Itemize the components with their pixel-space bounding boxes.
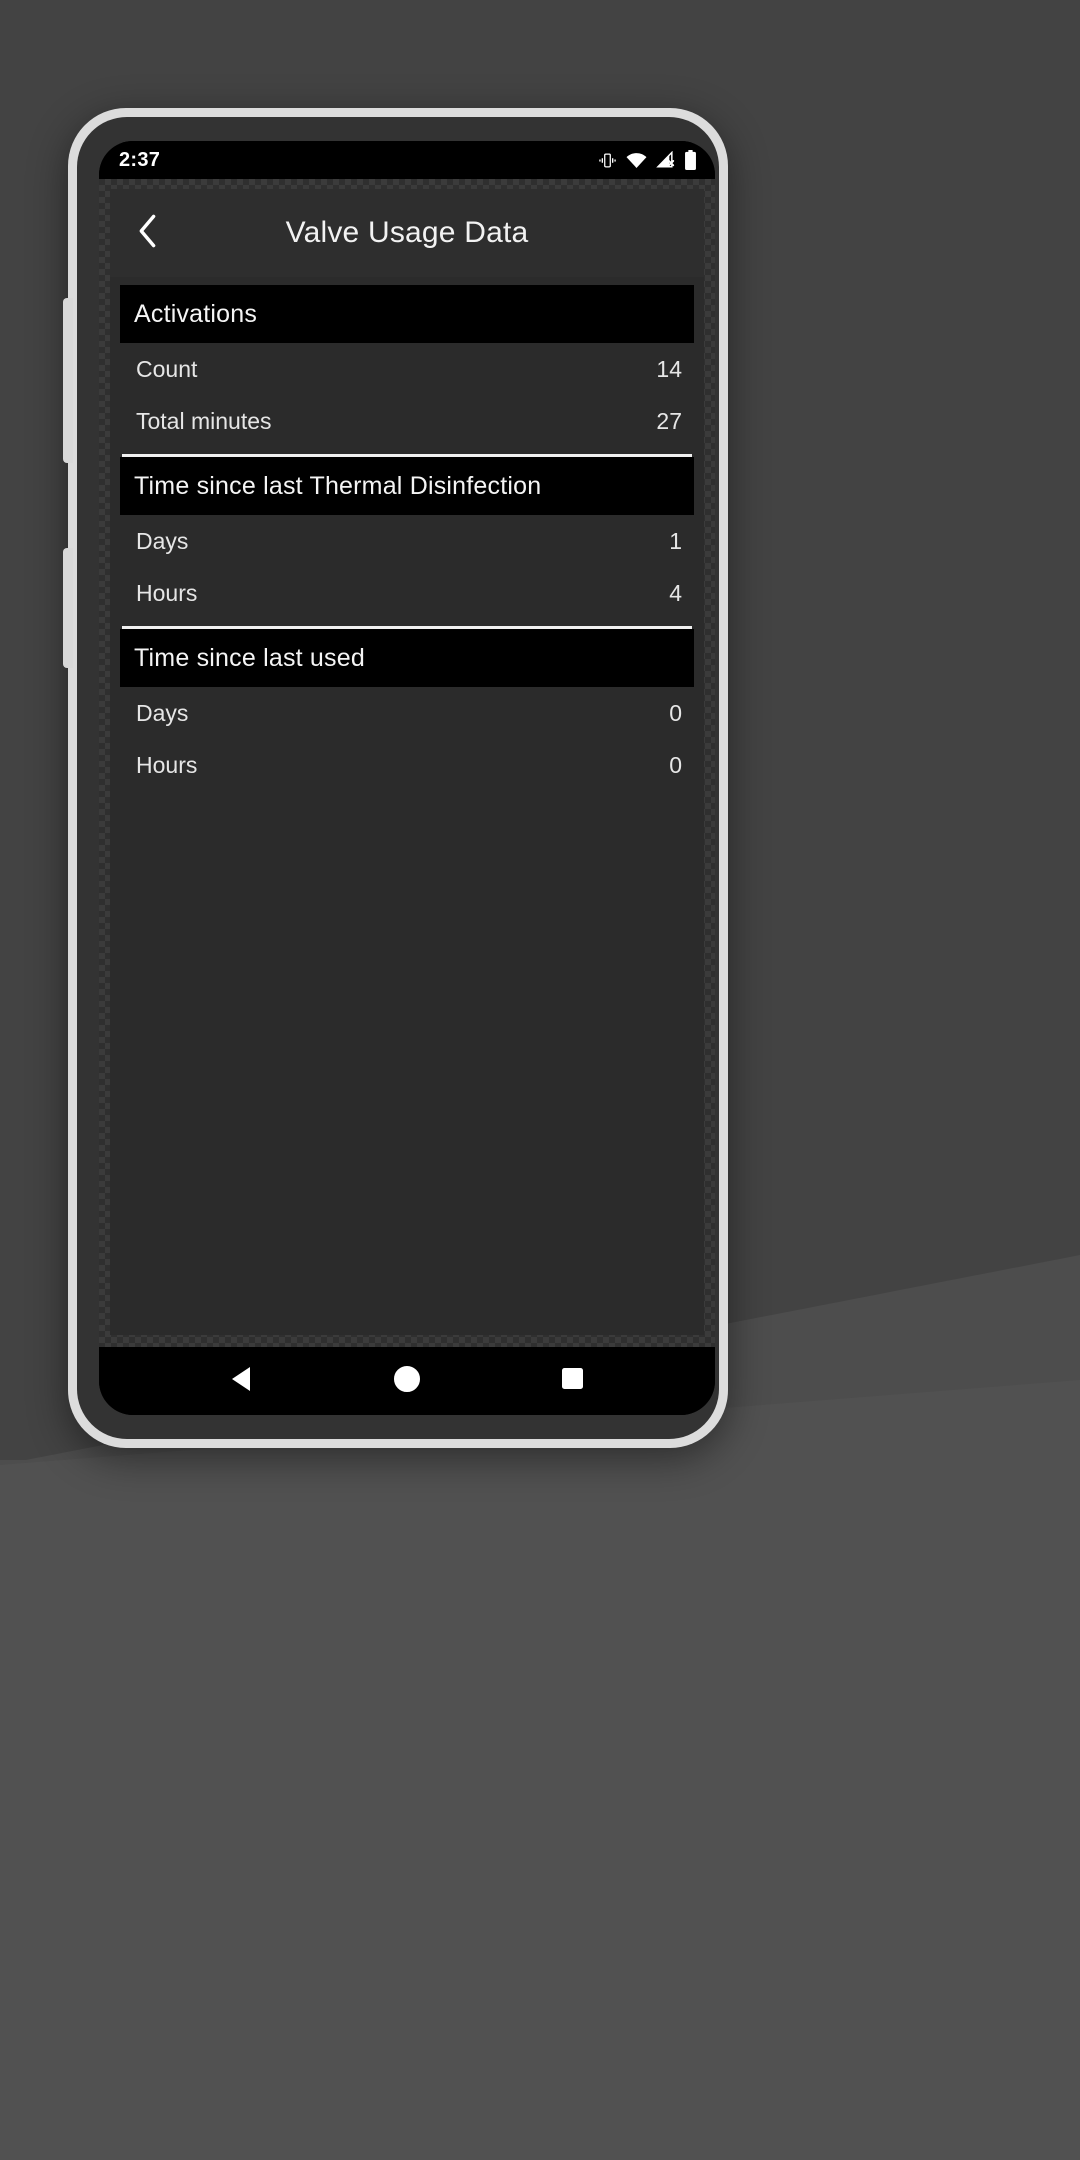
nav-home-button[interactable]: [379, 1353, 435, 1409]
row-value: 0: [669, 699, 682, 726]
table-row: Hours 0: [110, 739, 704, 791]
table-row: Count 14: [110, 343, 704, 395]
power-button[interactable]: [63, 548, 73, 668]
row-label: Hours: [136, 579, 198, 606]
cellular-no-signal-icon: [656, 151, 675, 169]
row-label: Days: [136, 699, 189, 726]
vibrate-icon: [598, 151, 617, 170]
phone-body: 2:37 Valve Usage Data Activations Count …: [77, 117, 719, 1439]
status-clock: 2:37: [119, 148, 161, 171]
row-value: 27: [656, 407, 682, 434]
section-header-last-used: Time since last used: [120, 629, 694, 687]
wifi-icon: [626, 152, 647, 169]
table-row: Days 1: [110, 515, 704, 567]
section-header-activations: Activations: [120, 285, 694, 343]
desktop-backdrop: 2:37 Valve Usage Data Activations Count …: [0, 0, 1080, 2160]
table-row: Hours 4: [110, 567, 704, 619]
row-value: 1: [669, 527, 682, 554]
row-label: Total minutes: [136, 407, 272, 434]
row-value: 14: [656, 355, 682, 382]
app-content: Valve Usage Data Activations Count 14 To…: [110, 189, 704, 1335]
usage-data-list: Activations Count 14 Total minutes 27 Ti…: [110, 277, 704, 791]
recents-square-icon: [561, 1367, 584, 1395]
app-viewport: Valve Usage Data Activations Count 14 To…: [99, 179, 715, 1347]
back-triangle-icon: [230, 1366, 254, 1397]
android-navigation-bar: [99, 1347, 715, 1415]
section-title: Time since last Thermal Disinfection: [134, 471, 542, 500]
nav-recents-button[interactable]: [544, 1353, 600, 1409]
phone-screen: 2:37 Valve Usage Data Activations Count …: [99, 141, 715, 1415]
section-title: Time since last used: [134, 643, 365, 672]
section-header-thermal-disinfection: Time since last Thermal Disinfection: [120, 457, 694, 515]
page-title: Valve Usage Data: [285, 216, 529, 249]
row-value: 0: [669, 751, 682, 778]
row-label: Days: [136, 527, 189, 554]
table-row: Total minutes 27: [110, 395, 704, 447]
table-row: Days 0: [110, 687, 704, 739]
status-bar: 2:37: [99, 141, 715, 179]
volume-button[interactable]: [63, 298, 73, 463]
app-bar: Valve Usage Data: [110, 189, 704, 277]
back-button[interactable]: [120, 205, 176, 261]
row-label: Count: [136, 355, 198, 382]
row-value: 4: [669, 579, 682, 606]
phone-frame: 2:37 Valve Usage Data Activations Count …: [63, 108, 728, 1448]
status-icon-tray: [598, 150, 697, 170]
home-circle-icon: [393, 1365, 421, 1398]
row-label: Hours: [136, 751, 198, 778]
chevron-left-icon: [135, 213, 161, 254]
backdrop-shade-lower: [0, 1380, 1080, 2160]
nav-back-button[interactable]: [214, 1353, 270, 1409]
battery-icon: [684, 150, 697, 170]
section-title: Activations: [134, 299, 258, 328]
